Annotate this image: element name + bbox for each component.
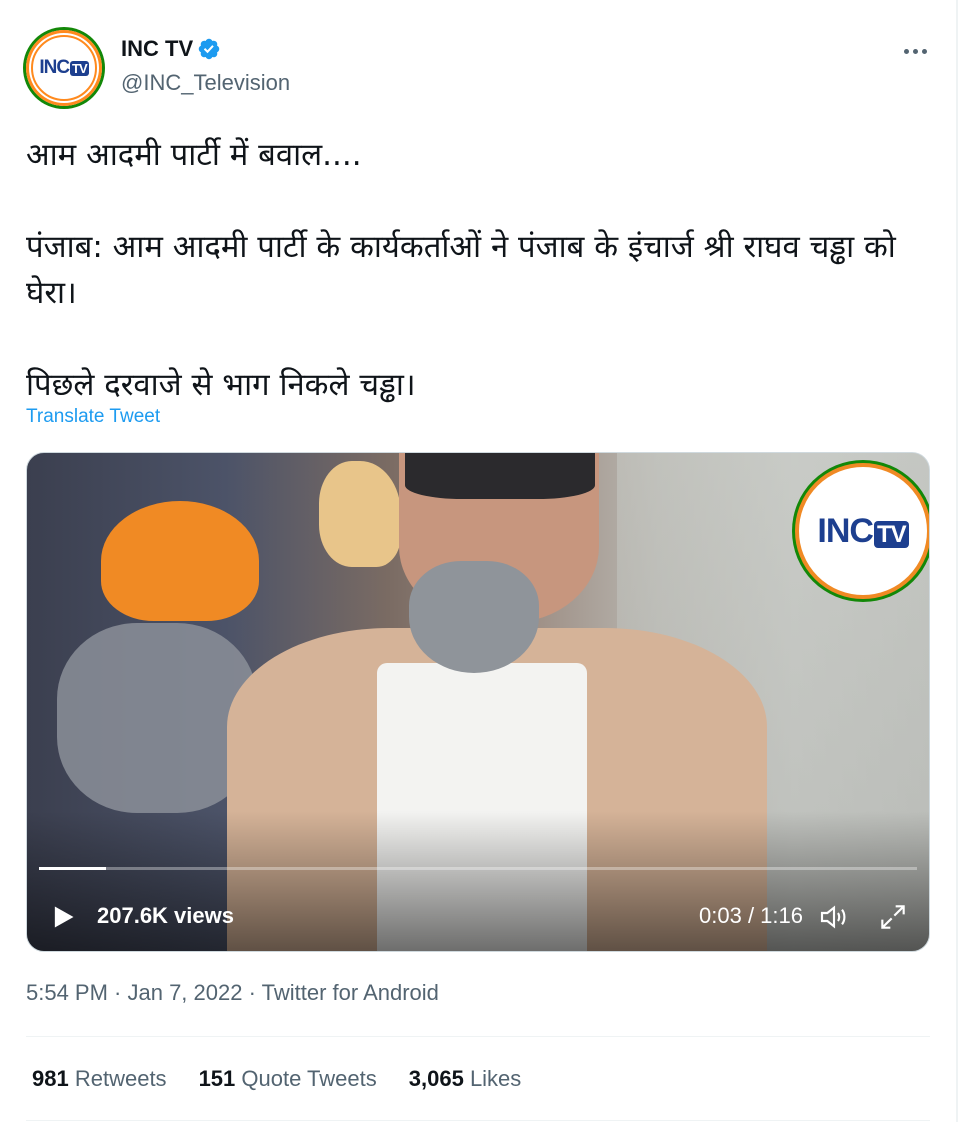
- tweet-timestamp[interactable]: 5:54 PM · Jan 7, 2022 · Twitter for Andr…: [26, 980, 439, 1006]
- likes-stat[interactable]: 3,065 Likes: [409, 1066, 522, 1092]
- video-controls-shade: [27, 811, 929, 951]
- video-progress-bar[interactable]: [39, 867, 917, 870]
- more-options-icon[interactable]: [898, 36, 932, 66]
- video-views: 207.6K views: [97, 903, 234, 928]
- video-progress-fill: [39, 867, 106, 870]
- divider: [26, 1036, 930, 1037]
- video-frame-turban: [319, 461, 401, 567]
- video-frame-hair: [405, 453, 595, 499]
- avatar-logo-text: INC: [39, 57, 70, 78]
- likes-label: Likes: [469, 1066, 522, 1091]
- tweet-paragraph: आम आदमी पार्टी में बवाल....: [26, 137, 362, 173]
- play-icon[interactable]: [49, 903, 77, 931]
- tweet-text: आम आदमी पार्टी में बवाल.... पंजाब: आम आद…: [26, 132, 936, 408]
- watermark-text: INC: [817, 511, 874, 550]
- avatar[interactable]: INC TV: [26, 30, 102, 106]
- video-player[interactable]: INC TV 207.6K views 0:03 / 1:16: [26, 452, 930, 952]
- quote-tweets-stat[interactable]: 151 Quote Tweets: [199, 1066, 377, 1092]
- tweet-card: INC TV INC TV @INC_Television आम आदमी पार…: [0, 0, 958, 1122]
- author-name-row[interactable]: INC TV: [121, 36, 221, 62]
- watermark-text-tv: TV: [873, 520, 909, 548]
- volume-icon[interactable]: [817, 901, 851, 933]
- verified-badge-icon: [198, 38, 220, 60]
- avatar-logo-tv: TV: [70, 61, 89, 76]
- likes-count: 3,065: [408, 1066, 464, 1091]
- video-frame-turban: [101, 501, 259, 621]
- video-frame-mask: [409, 561, 539, 673]
- author-handle[interactable]: @INC_Television: [121, 70, 290, 96]
- retweets-count: 981: [32, 1066, 69, 1091]
- quote-tweets-count: 151: [198, 1066, 236, 1091]
- divider: [26, 1120, 930, 1121]
- avatar-logo: INC TV: [31, 35, 97, 101]
- tweet-stats: 981 Retweets 151 Quote Tweets 3,065 Like…: [32, 1066, 553, 1092]
- inc-tv-watermark-logo: INC TV: [795, 463, 929, 599]
- fullscreen-icon[interactable]: [877, 901, 909, 933]
- retweets-label: Retweets: [74, 1066, 167, 1091]
- retweets-stat[interactable]: 981 Retweets: [32, 1066, 167, 1092]
- quote-tweets-label: Quote Tweets: [241, 1066, 377, 1091]
- author-name[interactable]: INC TV: [121, 36, 193, 62]
- video-time: 0:03 / 1:16: [699, 903, 803, 928]
- translate-tweet-link[interactable]: Translate Tweet: [26, 406, 160, 428]
- tweet-paragraph: पंजाब: आम आदमी पार्टी के कार्यकर्ताओं ने…: [26, 229, 896, 311]
- tweet-paragraph: पिछले दरवाजे से भाग निकले चड्ढा।: [26, 367, 416, 403]
